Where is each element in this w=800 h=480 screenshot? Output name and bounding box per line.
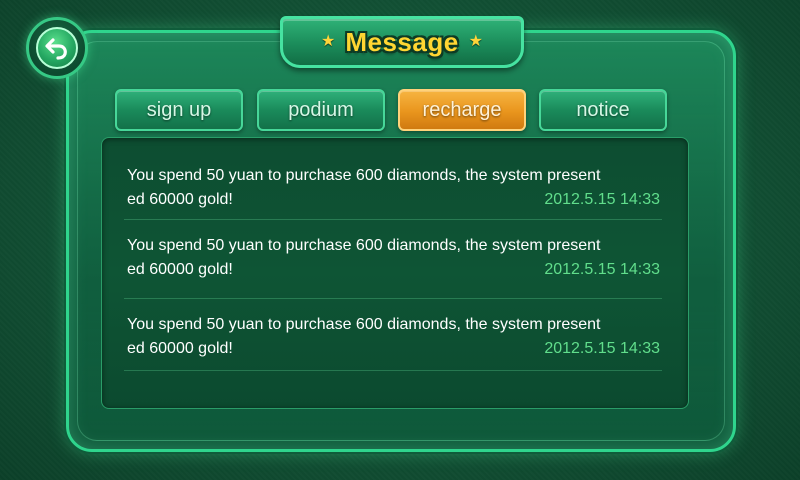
- tab-label: recharge: [422, 98, 502, 121]
- title-plate: ★ Message ★: [280, 16, 524, 68]
- star-icon: ★: [468, 33, 484, 50]
- back-button-inner: [36, 27, 78, 69]
- tab-label: podium: [288, 98, 354, 121]
- message-line: You spend 50 yuan to purchase 600 diamon…: [127, 316, 601, 333]
- message-list[interactable]: You spend 50 yuan to purchase 600 diamon…: [101, 137, 689, 409]
- message-line: You spend 50 yuan to purchase 600 diamon…: [127, 237, 601, 254]
- message-timestamp: 2012.5.15 14:33: [544, 191, 660, 208]
- tab-recharge[interactable]: recharge: [398, 89, 526, 131]
- list-item: You spend 50 yuan to purchase 600 diamon…: [124, 313, 662, 371]
- tab-sign-up[interactable]: sign up: [115, 89, 243, 131]
- message-line: You spend 50 yuan to purchase 600 diamon…: [127, 167, 601, 184]
- message-timestamp: 2012.5.15 14:33: [544, 340, 660, 357]
- tab-label: notice: [576, 98, 630, 121]
- back-arrow-icon: [45, 38, 67, 60]
- tab-label: sign up: [146, 98, 212, 121]
- list-item: You spend 50 yuan to purchase 600 diamon…: [124, 164, 662, 220]
- tab-notice[interactable]: notice: [539, 89, 667, 131]
- page-title: Message: [345, 26, 459, 57]
- list-item: You spend 50 yuan to purchase 600 diamon…: [124, 234, 662, 299]
- back-button[interactable]: [26, 17, 88, 79]
- star-icon: ★: [320, 33, 336, 50]
- message-timestamp: 2012.5.15 14:33: [544, 261, 660, 278]
- tab-podium[interactable]: podium: [257, 89, 385, 131]
